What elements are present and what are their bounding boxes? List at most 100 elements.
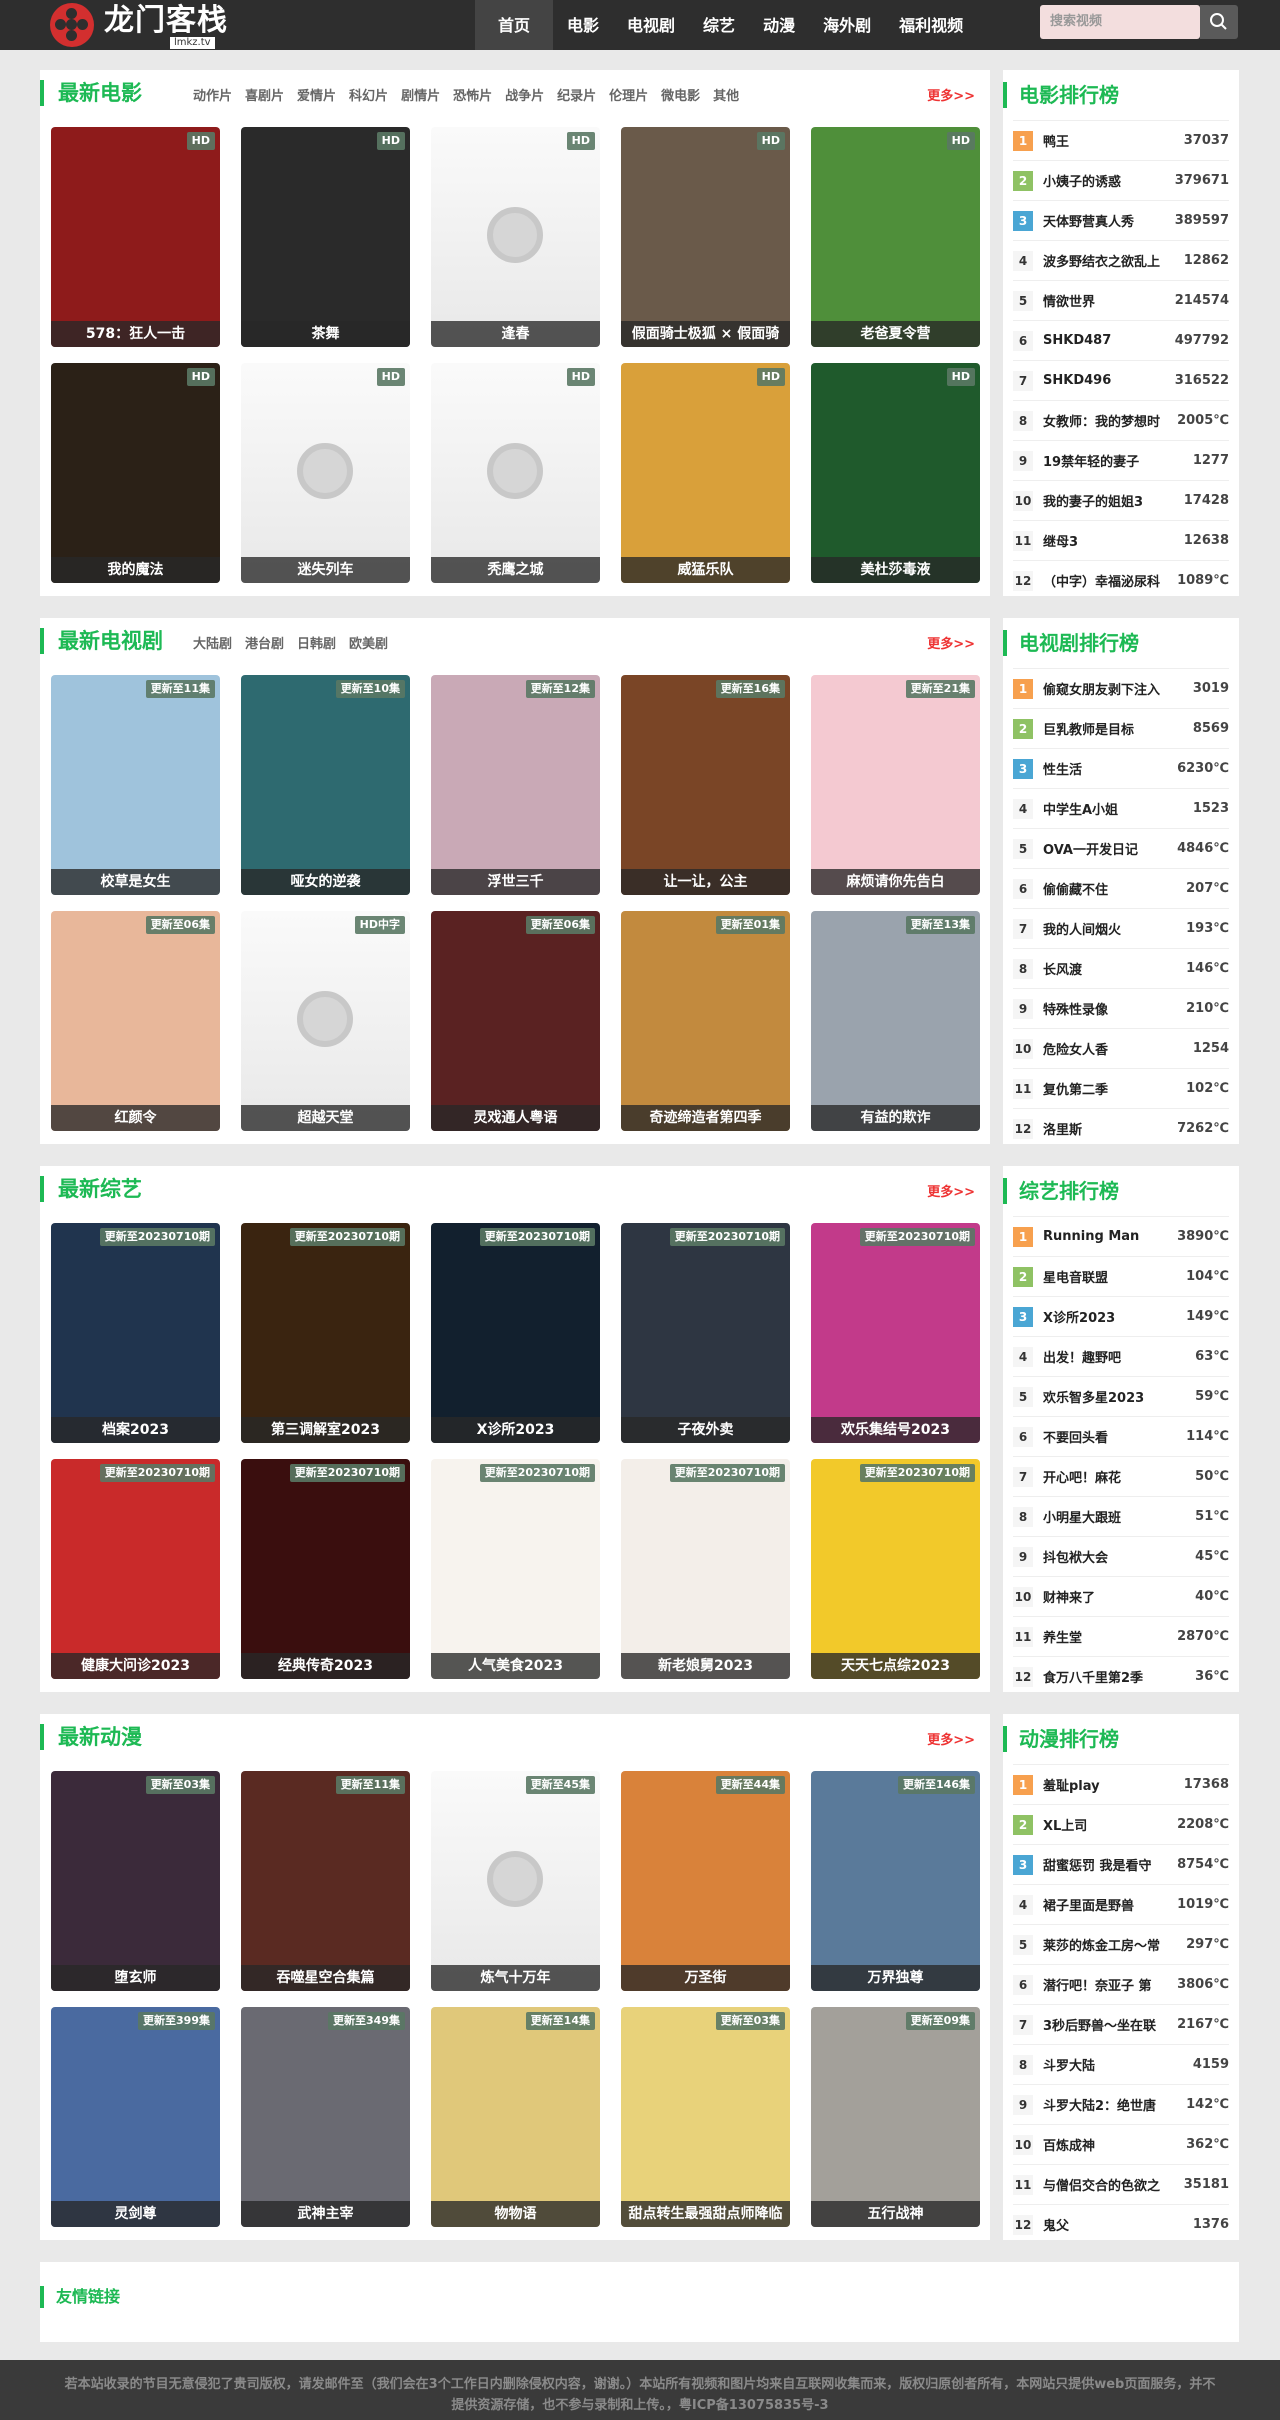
category-link[interactable]: 欧美剧: [349, 633, 388, 652]
ranking-item[interactable]: 1 鸭王 37037: [1013, 120, 1229, 160]
ranking-item[interactable]: 7 开心吧！麻花 50℃: [1013, 1456, 1229, 1496]
ranking-item[interactable]: 12 洛里斯 7262℃: [1013, 1108, 1229, 1148]
ranking-item[interactable]: 1 Running Man 3890℃: [1013, 1216, 1229, 1256]
media-card[interactable]: 更新至20230710期 健康大问诊2023: [51, 1459, 220, 1679]
ranking-item[interactable]: 2 巨乳教师是目标 8569: [1013, 708, 1229, 748]
category-link[interactable]: 恐怖片: [453, 85, 492, 104]
media-card[interactable]: HD 威猛乐队: [621, 363, 790, 583]
media-card[interactable]: 更新至14集 物物语: [431, 2007, 600, 2227]
ranking-item[interactable]: 12 （中字）幸福泌尿科 1089℃: [1013, 560, 1229, 600]
ranking-item[interactable]: 6 偷偷藏不住 207℃: [1013, 868, 1229, 908]
ranking-item[interactable]: 10 危险女人香 1254: [1013, 1028, 1229, 1068]
more-link[interactable]: 更多>>: [927, 1729, 975, 1748]
ranking-item[interactable]: 11 复仇第二季 102℃: [1013, 1068, 1229, 1108]
media-card[interactable]: 更新至20230710期 X诊所2023: [431, 1223, 600, 1443]
ranking-item[interactable]: 9 特殊性录像 210℃: [1013, 988, 1229, 1028]
ranking-item[interactable]: 8 小明星大跟班 51℃: [1013, 1496, 1229, 1536]
media-card[interactable]: HD 逢春: [431, 127, 600, 347]
category-link[interactable]: 喜剧片: [245, 85, 284, 104]
ranking-item[interactable]: 9 抖包袱大会 45℃: [1013, 1536, 1229, 1576]
more-link[interactable]: 更多>>: [927, 633, 975, 652]
media-card[interactable]: 更新至11集 吞噬星空合集篇: [241, 1771, 410, 1991]
ranking-item[interactable]: 1 偷窥女朋友剥下注入 3019: [1013, 668, 1229, 708]
media-card[interactable]: 更新至146集 万界独尊: [811, 1771, 980, 1991]
category-link[interactable]: 纪录片: [557, 85, 596, 104]
nav-item[interactable]: 海外剧: [809, 0, 885, 50]
site-logo[interactable]: 龙门客栈 lmkz.tv: [50, 3, 240, 49]
ranking-item[interactable]: 3 天体野营真人秀 389597: [1013, 200, 1229, 240]
ranking-item[interactable]: 4 裙子里面是野兽 1019℃: [1013, 1884, 1229, 1924]
media-card[interactable]: 更新至20230710期 人气美食2023: [431, 1459, 600, 1679]
category-link[interactable]: 爱情片: [297, 85, 336, 104]
media-card[interactable]: HD 迷失列车: [241, 363, 410, 583]
media-card[interactable]: HD 秃鹰之城: [431, 363, 600, 583]
nav-item[interactable]: 电视剧: [613, 0, 689, 50]
ranking-item[interactable]: 3 性生活 6230℃: [1013, 748, 1229, 788]
ranking-item[interactable]: 3 X诊所2023 149℃: [1013, 1296, 1229, 1336]
media-card[interactable]: 更新至20230710期 天天七点综2023: [811, 1459, 980, 1679]
ranking-item[interactable]: 12 食万八千里第2季 36℃: [1013, 1656, 1229, 1696]
ranking-item[interactable]: 10 百炼成神 362℃: [1013, 2124, 1229, 2164]
ranking-item[interactable]: 8 长风渡 146℃: [1013, 948, 1229, 988]
media-card[interactable]: 更新至45集 炼气十万年: [431, 1771, 600, 1991]
media-card[interactable]: HD 假面骑士极狐 × 假面骑: [621, 127, 790, 347]
media-card[interactable]: 更新至20230710期 第三调解室2023: [241, 1223, 410, 1443]
media-card[interactable]: 更新至13集 有益的欺诈: [811, 911, 980, 1131]
media-card[interactable]: 更新至20230710期 欢乐集结号2023: [811, 1223, 980, 1443]
nav-item[interactable]: 电影: [553, 0, 613, 50]
category-link[interactable]: 大陆剧: [193, 633, 232, 652]
media-card[interactable]: HD 578：狂人一击: [51, 127, 220, 347]
nav-item[interactable]: 首页: [475, 0, 554, 50]
more-link[interactable]: 更多>>: [927, 85, 975, 104]
ranking-item[interactable]: 7 SHKD496 316522: [1013, 360, 1229, 400]
media-card[interactable]: HD中字 超越天堂: [241, 911, 410, 1131]
ranking-item[interactable]: 5 莱莎的炼金工房～常 297℃: [1013, 1924, 1229, 1964]
ranking-item[interactable]: 4 中学生A小姐 1523: [1013, 788, 1229, 828]
media-card[interactable]: 更新至20230710期 新老娘舅2023: [621, 1459, 790, 1679]
ranking-item[interactable]: 4 波多野结衣之欲乱上 12862: [1013, 240, 1229, 280]
category-link[interactable]: 其他: [713, 85, 739, 104]
ranking-item[interactable]: 8 女教师：我的梦想时 2005℃: [1013, 400, 1229, 440]
ranking-item[interactable]: 8 斗罗大陆 4159: [1013, 2044, 1229, 2084]
search-button[interactable]: [1200, 5, 1238, 39]
ranking-item[interactable]: 3 甜蜜惩罚 我是看守 8754℃: [1013, 1844, 1229, 1884]
nav-item[interactable]: 福利视频: [885, 0, 977, 50]
category-link[interactable]: 动作片: [193, 85, 232, 104]
media-card[interactable]: 更新至399集 灵剑尊: [51, 2007, 220, 2227]
search-input[interactable]: 搜索视频: [1040, 5, 1200, 39]
ranking-item[interactable]: 2 XL上司 2208℃: [1013, 1804, 1229, 1844]
ranking-item[interactable]: 10 我的妻子的姐姐3 17428: [1013, 480, 1229, 520]
ranking-item[interactable]: 5 欢乐智多星2023 59℃: [1013, 1376, 1229, 1416]
category-link[interactable]: 港台剧: [245, 633, 284, 652]
media-card[interactable]: 更新至06集 灵戏通人粤语: [431, 911, 600, 1131]
media-card[interactable]: 更新至06集 红颜令: [51, 911, 220, 1131]
media-card[interactable]: HD 我的魔法: [51, 363, 220, 583]
ranking-item[interactable]: 11 与僧侣交合的色欲之 35181: [1013, 2164, 1229, 2204]
media-card[interactable]: 更新至349集 武神主宰: [241, 2007, 410, 2227]
media-card[interactable]: 更新至11集 校草是女生: [51, 675, 220, 895]
ranking-item[interactable]: 2 星电音联盟 104℃: [1013, 1256, 1229, 1296]
ranking-item[interactable]: 12 鬼父 1376: [1013, 2204, 1229, 2244]
ranking-item[interactable]: 6 潜行吧！奈亚子 第 3806℃: [1013, 1964, 1229, 2004]
ranking-item[interactable]: 1 羞耻play 17368: [1013, 1764, 1229, 1804]
ranking-item[interactable]: 7 3秒后野兽～坐在联 2167℃: [1013, 2004, 1229, 2044]
media-card[interactable]: HD 老爸夏令营: [811, 127, 980, 347]
ranking-item[interactable]: 5 OVA一开发日记 4846℃: [1013, 828, 1229, 868]
nav-item[interactable]: 综艺: [689, 0, 749, 50]
media-card[interactable]: 更新至10集 哑女的逆袭: [241, 675, 410, 895]
category-link[interactable]: 科幻片: [349, 85, 388, 104]
media-card[interactable]: 更新至12集 浮世三千: [431, 675, 600, 895]
media-card[interactable]: 更新至20230710期 子夜外卖: [621, 1223, 790, 1443]
ranking-item[interactable]: 6 不要回头看 114℃: [1013, 1416, 1229, 1456]
ranking-item[interactable]: 4 出发！趣野吧 63℃: [1013, 1336, 1229, 1376]
category-link[interactable]: 日韩剧: [297, 633, 336, 652]
media-card[interactable]: 更新至16集 让一让，公主: [621, 675, 790, 895]
ranking-item[interactable]: 10 财神来了 40℃: [1013, 1576, 1229, 1616]
ranking-item[interactable]: 2 小姨子的诱惑 379671: [1013, 160, 1229, 200]
media-card[interactable]: HD 茶舞: [241, 127, 410, 347]
media-card[interactable]: 更新至20230710期 档案2023: [51, 1223, 220, 1443]
media-card[interactable]: 更新至20230710期 经典传奇2023: [241, 1459, 410, 1679]
ranking-item[interactable]: 9 19禁年轻的妻子 1277: [1013, 440, 1229, 480]
ranking-item[interactable]: 9 斗罗大陆2：绝世唐 142℃: [1013, 2084, 1229, 2124]
ranking-item[interactable]: 11 继母3 12638: [1013, 520, 1229, 560]
